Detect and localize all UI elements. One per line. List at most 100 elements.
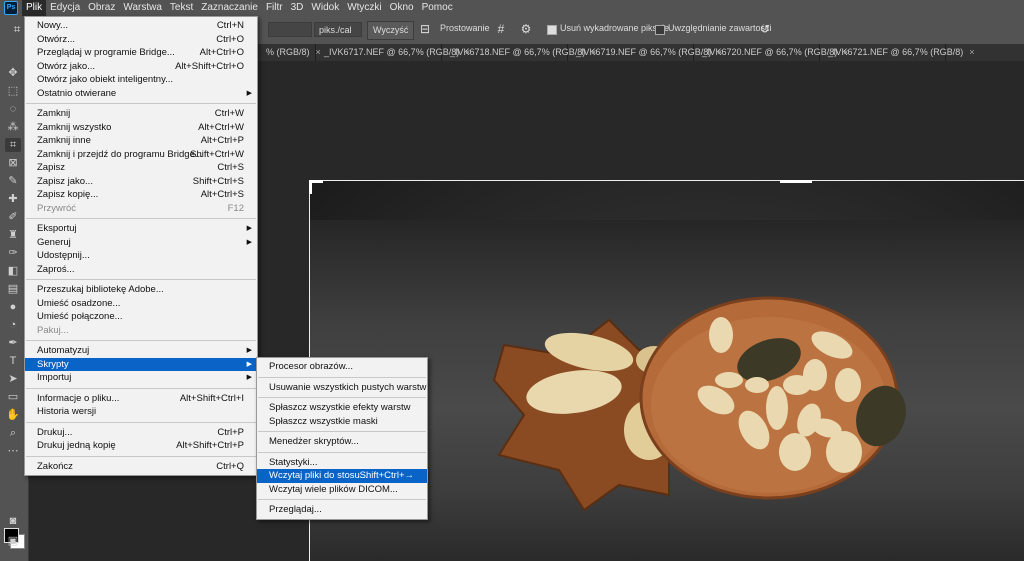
history-brush-icon[interactable]: ✑ bbox=[5, 246, 21, 260]
menu-item-shortcut: Shift+Ctrl+W bbox=[190, 148, 244, 160]
tab-label: _IVK6719.NEF @ 66,7% (RGB/8) bbox=[576, 47, 712, 57]
file-menu-item[interactable]: Zamknij wszystko Alt+Ctrl+W bbox=[25, 121, 257, 135]
marquee-tool-icon[interactable]: ⬚ bbox=[5, 84, 21, 98]
crop-handle-left[interactable] bbox=[309, 180, 312, 194]
file-menu-item[interactable]: Zapisz Ctrl+S bbox=[25, 161, 257, 175]
file-menu-item[interactable]: Umieść osadzone... bbox=[25, 297, 257, 311]
scripts-menu-item[interactable]: Usuwanie wszystkich pustych warstw bbox=[257, 381, 427, 395]
menu-filtr[interactable]: Filtr bbox=[262, 0, 287, 16]
file-menu-item[interactable]: Zamknij Ctrl+W bbox=[25, 107, 257, 121]
file-menu-item[interactable]: Otwórz jako... Alt+Shift+Ctrl+O bbox=[25, 60, 257, 74]
menu-3d[interactable]: 3D bbox=[287, 0, 308, 16]
scripts-menu-item[interactable]: Spłaszcz wszystkie maski bbox=[257, 415, 427, 429]
clear-button[interactable]: Wyczyść bbox=[367, 21, 415, 40]
menu-warstwa[interactable]: Warstwa bbox=[119, 0, 166, 16]
rectangle-tool-icon[interactable]: ▭ bbox=[5, 390, 21, 404]
file-menu-item[interactable]: Skrypty ▶ bbox=[25, 357, 257, 371]
menu-obraz[interactable]: Obraz bbox=[84, 0, 119, 16]
file-menu-item[interactable]: Generuj ▶ bbox=[25, 236, 257, 250]
blur-tool-icon[interactable]: ● bbox=[5, 300, 21, 314]
file-menu-item[interactable]: Zapisz jako... Shift+Ctrl+S bbox=[25, 175, 257, 189]
crop-tool-icon[interactable]: ⌗ bbox=[10, 22, 24, 36]
straighten-icon[interactable]: ⊟ bbox=[418, 22, 432, 36]
type-tool-icon[interactable]: T bbox=[5, 354, 21, 368]
menu-separator bbox=[258, 499, 426, 500]
file-menu-item[interactable]: Nowy... Ctrl+N bbox=[25, 19, 257, 33]
pen-tool-icon[interactable]: ✒ bbox=[5, 336, 21, 350]
gradient-tool-icon[interactable]: ▤ bbox=[5, 282, 21, 296]
menu-item-label: Skrypty bbox=[37, 358, 69, 370]
file-menu-item[interactable]: Zamknij inne Alt+Ctrl+P bbox=[25, 134, 257, 148]
file-menu-item[interactable]: Importuj ▶ bbox=[25, 371, 257, 385]
scripts-menu-item[interactable]: Spłaszcz wszystkie efekty warstw bbox=[257, 401, 427, 415]
document-tab[interactable]: % (RGB/8) × bbox=[258, 44, 321, 61]
resolution-field[interactable] bbox=[268, 22, 312, 37]
file-menu-item[interactable]: Zapisz kopię... Alt+Ctrl+S bbox=[25, 188, 257, 202]
menu-edycja[interactable]: Edycja bbox=[46, 0, 84, 16]
brush-tool-icon[interactable]: ✐ bbox=[5, 210, 21, 224]
close-tab-icon[interactable]: × bbox=[969, 47, 974, 57]
dodge-tool-icon[interactable]: ◔ bbox=[5, 318, 21, 332]
grid-overlay-icon[interactable]: # bbox=[494, 22, 508, 36]
file-menu-item[interactable]: Przeszukaj bibliotekę Adobe... bbox=[25, 283, 257, 297]
menu-tekst[interactable]: Tekst bbox=[166, 0, 197, 16]
file-menu-item[interactable]: Otwórz... Ctrl+O bbox=[25, 33, 257, 47]
menu-item-label: Przywróć bbox=[37, 202, 77, 214]
file-menu-item[interactable]: Drukuj jedną kopię Alt+Shift+Ctrl+P bbox=[25, 439, 257, 453]
delete-cropped-label: Usuń wykadrowane piksele bbox=[560, 23, 670, 33]
frame-tool-icon[interactable]: ⊠ bbox=[5, 156, 21, 170]
document-tab[interactable]: _IVK6720.NEF @ 66,7% (RGB/8) × bbox=[694, 44, 848, 61]
more-tools-icon[interactable]: ⋯ bbox=[5, 444, 21, 458]
document-tab[interactable]: _IVK6718.NEF @ 66,7% (RGB/8) × bbox=[442, 44, 596, 61]
document-tab[interactable]: _IVK6721.NEF @ 66,7% (RGB/8) × bbox=[820, 44, 974, 61]
screen-mode-icon[interactable]: ▣ bbox=[5, 534, 21, 548]
menu-pomoc[interactable]: Pomoc bbox=[418, 0, 457, 16]
file-menu-item[interactable]: Informacje o pliku... Alt+Shift+Ctrl+I bbox=[25, 392, 257, 406]
gear-icon[interactable]: ⚙ bbox=[519, 22, 533, 36]
eraser-tool-icon[interactable]: ◧ bbox=[5, 264, 21, 278]
file-menu-item[interactable]: Automatyzuj ▶ bbox=[25, 344, 257, 358]
content-aware-checkbox[interactable] bbox=[655, 25, 665, 35]
scripts-menu-item[interactable]: Wczytaj wiele plików DICOM... bbox=[257, 483, 427, 497]
file-menu-item[interactable]: Zamknij i przejdź do programu Bridge... S… bbox=[25, 148, 257, 162]
scripts-menu-item[interactable]: Przeglądaj... bbox=[257, 503, 427, 517]
units-select[interactable]: piks./cal bbox=[314, 22, 362, 37]
eyedropper-icon[interactable]: ✎ bbox=[5, 174, 21, 188]
file-menu-item[interactable]: Udostępnij... bbox=[25, 249, 257, 263]
crop-handle-top[interactable] bbox=[780, 180, 812, 183]
menu-item-label: Nowy... bbox=[37, 20, 68, 31]
hand-tool-icon[interactable]: ✋ bbox=[5, 408, 21, 422]
scripts-menu-item[interactable]: Procesor obrazów... bbox=[257, 360, 427, 374]
scripts-menu-item[interactable]: Menedżer skryptów... bbox=[257, 435, 427, 449]
menu-okno[interactable]: Okno bbox=[386, 0, 418, 16]
file-menu-item[interactable]: Umieść połączone... bbox=[25, 310, 257, 324]
menu-widok[interactable]: Widok bbox=[307, 0, 343, 16]
file-menu-item[interactable]: Eksportuj ▶ bbox=[25, 222, 257, 236]
file-menu-item[interactable]: Zaproś... bbox=[25, 263, 257, 277]
file-menu-item[interactable]: Zakończ Ctrl+Q bbox=[25, 460, 257, 474]
file-menu-item[interactable]: Przeglądaj w programie Bridge... Alt+Ctrl… bbox=[25, 46, 257, 60]
menu-zaznaczanie[interactable]: Zaznaczanie bbox=[197, 0, 262, 16]
quick-mask-icon[interactable]: ◙ bbox=[5, 514, 21, 528]
file-menu-item[interactable]: Historia wersji bbox=[25, 405, 257, 419]
lasso-tool-icon[interactable]: ◌ bbox=[5, 102, 21, 116]
healing-brush-icon[interactable]: ✚ bbox=[5, 192, 21, 206]
move-tool-icon[interactable]: ✥ bbox=[5, 66, 21, 80]
stamp-tool-icon[interactable]: ♜ bbox=[5, 228, 21, 242]
path-selection-icon[interactable]: ➤ bbox=[5, 372, 21, 386]
file-menu-item[interactable]: Otwórz jako obiekt inteligentny... bbox=[25, 73, 257, 87]
menu-wtyczki[interactable]: Wtyczki bbox=[343, 0, 385, 16]
reset-icon[interactable]: ↺ bbox=[758, 22, 772, 36]
document-tab[interactable]: _IVK6717.NEF @ 66,7% (RGB/8) × bbox=[316, 44, 470, 61]
menu-plik[interactable]: Plik bbox=[22, 0, 47, 16]
magic-wand-icon[interactable]: ⁂ bbox=[5, 120, 21, 134]
file-menu-item[interactable]: Ostatnio otwierane ▶ bbox=[25, 87, 257, 101]
menu-item-label: Importuj bbox=[37, 372, 72, 383]
scripts-menu-item[interactable]: Statystyki... bbox=[257, 456, 427, 470]
delete-cropped-checkbox[interactable] bbox=[547, 25, 557, 35]
document-tab[interactable]: _IVK6719.NEF @ 66,7% (RGB/8) × bbox=[568, 44, 722, 61]
scripts-menu-item[interactable]: Wczytaj pliki do stosu... Shift+Ctrl+→ bbox=[257, 469, 427, 483]
zoom-tool-icon[interactable]: ⌕ bbox=[5, 426, 21, 440]
crop-tool-icon[interactable]: ⌗ bbox=[5, 138, 21, 152]
file-menu-item[interactable]: Drukuj... Ctrl+P bbox=[25, 426, 257, 440]
